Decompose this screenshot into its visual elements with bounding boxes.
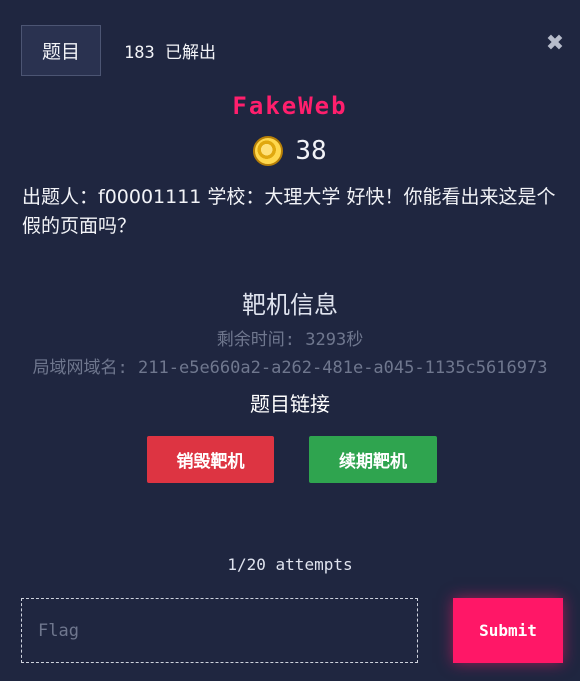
tab-challenge[interactable]: 题目: [21, 25, 101, 76]
renew-instance-button[interactable]: 续期靶机: [309, 436, 437, 483]
attempts-counter: 1/20 attempts: [227, 555, 353, 574]
target-section-title: 靶机信息: [242, 291, 338, 319]
flag-input[interactable]: [21, 598, 418, 663]
points-value: 38: [295, 136, 327, 166]
remaining-time: 剩余时间: 3293秒: [216, 330, 364, 350]
challenge-title: FakeWeb: [232, 92, 348, 120]
close-icon[interactable]: ✖: [542, 30, 568, 56]
challenge-description: 出题人：f00001111 学校：大理大学 好快！你能看出来这是个假的页面吗？: [22, 186, 556, 237]
challenge-points: 38: [0, 136, 580, 166]
challenge-link[interactable]: 题目链接: [0, 388, 580, 417]
submit-button[interactable]: Submit: [453, 598, 563, 663]
destroy-instance-button[interactable]: 销毁靶机: [147, 436, 274, 483]
lan-domain: 局域网域名: 211-e5e660a2-a262-481e-a045-1135c…: [32, 358, 548, 378]
solves-count: 183 已解出: [124, 43, 216, 63]
coin-icon: [253, 136, 284, 166]
